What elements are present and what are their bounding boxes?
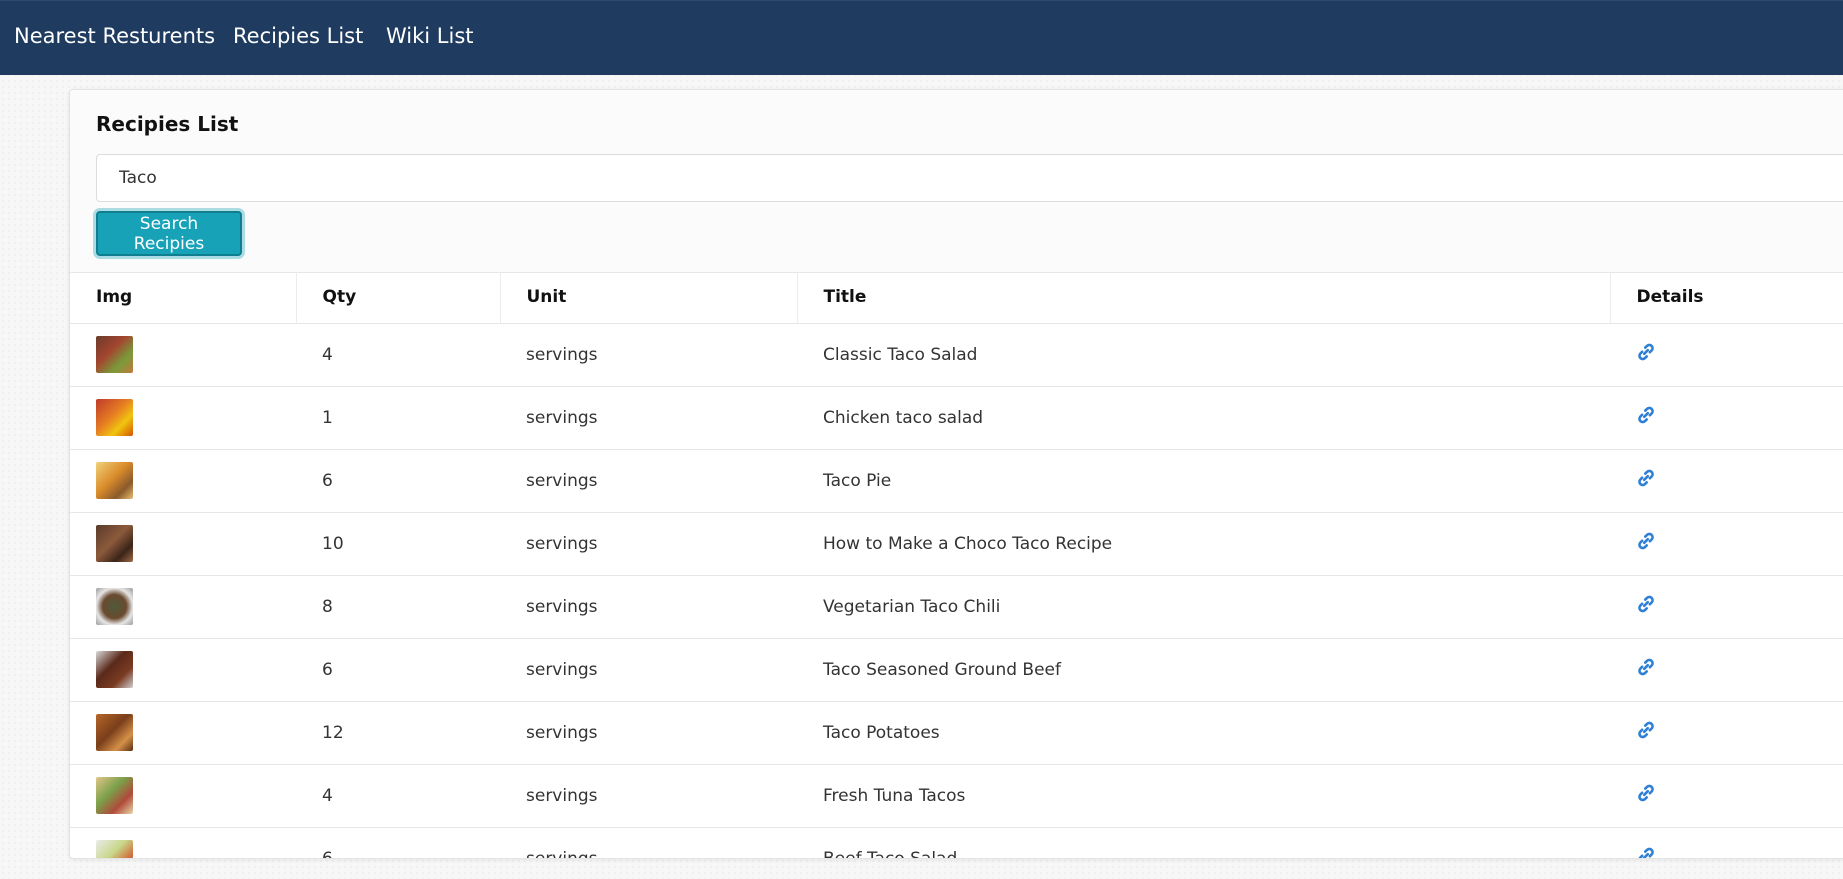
img-cell — [70, 764, 296, 828]
qty-cell: 12 — [296, 701, 500, 765]
recipes-card: Recipies List Search Recipies Img Qty Un… — [69, 89, 1843, 859]
link-icon[interactable] — [1636, 783, 1656, 803]
qty-cell: 4 — [296, 764, 500, 828]
img-cell — [70, 323, 296, 387]
unit-cell: servings — [500, 764, 797, 828]
table-row: 4 servings Classic Taco Salad — [70, 323, 1843, 387]
title-cell: Chicken taco salad — [797, 386, 1610, 450]
details-cell — [1610, 575, 1843, 639]
title-cell: Classic Taco Salad — [797, 323, 1610, 387]
title-cell: Taco Pie — [797, 449, 1610, 513]
card-title: Recipies List — [96, 112, 239, 136]
img-cell — [70, 701, 296, 765]
unit-cell: servings — [500, 512, 797, 576]
column-header-unit: Unit — [500, 272, 798, 324]
qty-cell: 1 — [296, 386, 500, 450]
nav-recipes-list[interactable]: Recipies List — [233, 24, 363, 48]
table-row: 10 servings How to Make a Choco Taco Recip… — [70, 512, 1843, 576]
title-cell: Beef Taco Salad — [797, 827, 1610, 858]
table-row: 8 servings Vegetarian Taco Chili — [70, 575, 1843, 639]
search-recipes-button[interactable]: Search Recipies — [96, 211, 242, 256]
link-icon[interactable] — [1636, 594, 1656, 614]
recipe-thumbnail — [96, 777, 133, 814]
title-cell: Taco Potatoes — [797, 701, 1610, 765]
unit-cell: servings — [500, 323, 797, 387]
link-icon[interactable] — [1636, 342, 1656, 362]
top-navbar: Nearest Resturents Recipies List Wiki Li… — [0, 0, 1843, 75]
recipe-thumbnail — [96, 651, 133, 688]
img-cell — [70, 386, 296, 450]
qty-cell: 6 — [296, 827, 500, 858]
img-cell — [70, 827, 296, 858]
title-cell: Taco Seasoned Ground Beef — [797, 638, 1610, 702]
recipe-thumbnail — [96, 462, 133, 499]
img-cell — [70, 638, 296, 702]
details-cell — [1610, 512, 1843, 576]
details-cell — [1610, 827, 1843, 858]
title-cell: Fresh Tuna Tacos — [797, 764, 1610, 828]
column-header-title: Title — [797, 272, 1611, 324]
details-cell — [1610, 701, 1843, 765]
title-cell: How to Make a Choco Taco Recipe — [797, 512, 1610, 576]
img-cell — [70, 449, 296, 513]
nav-wiki-list[interactable]: Wiki List — [386, 24, 474, 48]
qty-cell: 6 — [296, 638, 500, 702]
search-input[interactable] — [96, 154, 1843, 202]
recipe-thumbnail — [96, 336, 133, 373]
details-cell — [1610, 638, 1843, 702]
link-icon[interactable] — [1636, 405, 1656, 425]
table-row: 12 servings Taco Potatoes — [70, 701, 1843, 765]
unit-cell: servings — [500, 575, 797, 639]
details-cell — [1610, 386, 1843, 450]
link-icon[interactable] — [1636, 720, 1656, 740]
table-row: 1 servings Chicken taco salad — [70, 386, 1843, 450]
qty-cell: 4 — [296, 323, 500, 387]
table-row: 4 servings Fresh Tuna Tacos — [70, 764, 1843, 828]
unit-cell: servings — [500, 638, 797, 702]
nav-nearest-restaurants[interactable]: Nearest Resturents — [14, 24, 215, 48]
recipe-thumbnail — [96, 714, 133, 751]
qty-cell: 8 — [296, 575, 500, 639]
recipes-table: Img Qty Unit Title Details 4 servings Clas… — [70, 272, 1843, 858]
recipe-thumbnail — [96, 840, 133, 858]
unit-cell: servings — [500, 827, 797, 858]
table-row: 6 servings Taco Seasoned Ground Beef — [70, 638, 1843, 702]
unit-cell: servings — [500, 386, 797, 450]
link-icon[interactable] — [1636, 846, 1656, 858]
column-header-img: Img — [70, 272, 297, 324]
link-icon[interactable] — [1636, 657, 1656, 677]
unit-cell: servings — [500, 449, 797, 513]
img-cell — [70, 575, 296, 639]
recipe-thumbnail — [96, 399, 133, 436]
unit-cell: servings — [500, 701, 797, 765]
table-header-row: Img Qty Unit Title Details — [70, 272, 1843, 324]
details-cell — [1610, 323, 1843, 387]
qty-cell: 10 — [296, 512, 500, 576]
table-row: 6 servings Taco Pie — [70, 449, 1843, 513]
column-header-qty: Qty — [296, 272, 501, 324]
details-cell — [1610, 449, 1843, 513]
card-header: Recipies List Search Recipies — [70, 90, 1843, 273]
img-cell — [70, 512, 296, 576]
table-row: 6 servings Beef Taco Salad — [70, 827, 1843, 858]
column-header-details: Details — [1610, 272, 1843, 324]
title-cell: Vegetarian Taco Chili — [797, 575, 1610, 639]
details-cell — [1610, 764, 1843, 828]
recipe-thumbnail — [96, 588, 133, 625]
link-icon[interactable] — [1636, 468, 1656, 488]
recipe-thumbnail — [96, 525, 133, 562]
link-icon[interactable] — [1636, 531, 1656, 551]
qty-cell: 6 — [296, 449, 500, 513]
